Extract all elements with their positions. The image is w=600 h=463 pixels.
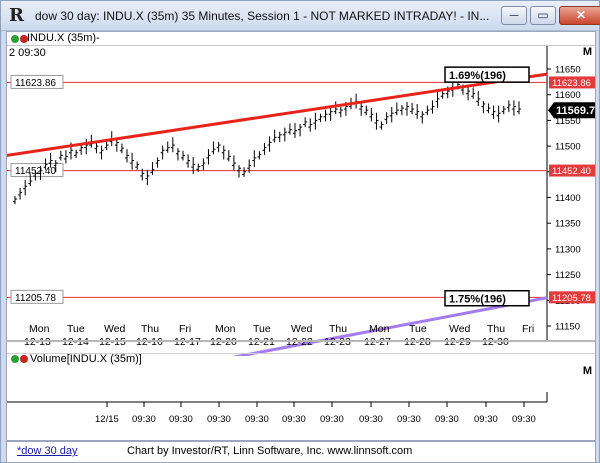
date-label: 12-21 xyxy=(248,336,275,348)
time-tick-label: 09:30 xyxy=(169,414,193,425)
day-label: Fri xyxy=(522,323,534,335)
date-label: 12-27 xyxy=(364,336,391,348)
day-label: Wed xyxy=(104,323,126,335)
day-label: Tue xyxy=(409,323,427,335)
date-label: 12-15 xyxy=(99,336,126,348)
date-label: 12-22 xyxy=(286,336,313,348)
date-label: 12-30 xyxy=(482,336,509,348)
day-label: Mon xyxy=(29,323,50,335)
day-label: Wed xyxy=(291,323,313,335)
time-tick-label: 09:30 xyxy=(435,414,459,425)
time-tick-label: 12/15 xyxy=(95,414,119,425)
price-tick-label: 11150 xyxy=(555,322,580,333)
level-price-badge-text: 11623.86 xyxy=(552,78,591,89)
time-tick-label: 09:30 xyxy=(132,414,156,425)
date-label: 12-17 xyxy=(174,336,201,348)
status-dot-icon[interactable] xyxy=(11,35,19,43)
date-label: 12-14 xyxy=(62,336,89,348)
volume-delete-dot-icon[interactable] xyxy=(20,355,28,363)
date-label: 12-29 xyxy=(444,336,471,348)
volume-label[interactable]: Volume[INDU.X (35m)] xyxy=(30,353,142,365)
volume-m-icon[interactable]: M xyxy=(583,365,592,377)
price-tick-label: 11650 xyxy=(555,65,581,76)
investor-rt-logo-icon: R xyxy=(9,5,24,26)
chart-frame: INDU.X (35m)- 2 09:30 M 11650 11600 11550 1… xyxy=(6,31,596,441)
close-button[interactable]: ✕ xyxy=(559,6,600,25)
day-label: Thu xyxy=(141,323,159,335)
time-tick-label: 09:30 xyxy=(474,414,498,425)
upper-trend-line[interactable] xyxy=(7,72,548,157)
day-label: Mon xyxy=(369,323,390,335)
date-label: 12-23 xyxy=(324,336,351,348)
day-label: Fri xyxy=(179,323,191,335)
volume-status-dot-icon[interactable] xyxy=(11,355,19,363)
day-label: Mon xyxy=(215,323,236,335)
level-price-badge-text: 11205.78 xyxy=(552,293,591,304)
price-tick-label: 11250 xyxy=(555,270,581,281)
minimize-button[interactable]: ─ xyxy=(501,6,527,25)
maximize-button[interactable]: ▭ xyxy=(530,6,556,25)
symbol-label[interactable]: INDU.X (35m)- xyxy=(27,32,100,44)
window-title: dow 30 day: INDU.X (35m) 35 Minutes, Ses… xyxy=(35,9,490,23)
day-label: Thu xyxy=(329,323,347,335)
credit-text: Chart by Investor/RT, Linn Software, Inc… xyxy=(127,445,413,457)
time-tick-label: 09:30 xyxy=(397,414,421,425)
price-chart[interactable]: 1165011600115501150011450114001135011300… xyxy=(7,46,595,356)
top-annotation-text: 1.69%(196) xyxy=(449,70,506,82)
chart-header-row: INDU.X (35m)- xyxy=(7,32,595,46)
date-label: 12-13 xyxy=(24,336,51,348)
day-label: Tue xyxy=(253,323,271,335)
day-label: Thu xyxy=(487,323,505,335)
price-tick-label: 11600 xyxy=(555,90,581,101)
date-label: 12-16 xyxy=(136,336,163,348)
price-tick-label: 11350 xyxy=(555,219,581,230)
level-left-label: 11205.78 xyxy=(15,293,56,304)
current-price-text: 11569.79 xyxy=(556,105,595,117)
date-label: 12-20 xyxy=(210,336,237,348)
price-tick-label: 11500 xyxy=(555,142,581,153)
panel-divider[interactable] xyxy=(7,340,595,342)
time-tick-label: 09:30 xyxy=(512,414,536,425)
time-tick-label: 09:30 xyxy=(320,414,344,425)
app-window: R dow 30 day: INDU.X (35m) 35 Minutes, S… xyxy=(0,0,600,463)
day-label: Wed xyxy=(449,323,471,335)
bottom-annotation-text: 1.75%(196) xyxy=(449,294,506,306)
chart-name-link[interactable]: *dow 30 day xyxy=(17,445,78,457)
price-tick-label: 11300 xyxy=(555,244,581,255)
time-tick-label: 09:30 xyxy=(359,414,383,425)
date-label: 12-28 xyxy=(404,336,431,348)
level-price-badge-text: 11452.40 xyxy=(552,166,591,177)
level-left-label: 11623.86 xyxy=(15,78,56,89)
time-tick-label: 09:30 xyxy=(207,414,231,425)
price-tick-label: 11400 xyxy=(555,193,581,204)
status-bar: *dow 30 day Chart by Investor/RT, Linn S… xyxy=(6,441,596,463)
time-tick-label: 09:30 xyxy=(282,414,306,425)
day-label: Tue xyxy=(67,323,85,335)
title-bar: R dow 30 day: INDU.X (35m) 35 Minutes, S… xyxy=(1,1,600,31)
time-axis: 12/15 09:30 09:30 09:30 09:30 09:30 09:30 09:30… xyxy=(7,392,548,425)
time-tick-label: 09:30 xyxy=(245,414,269,425)
